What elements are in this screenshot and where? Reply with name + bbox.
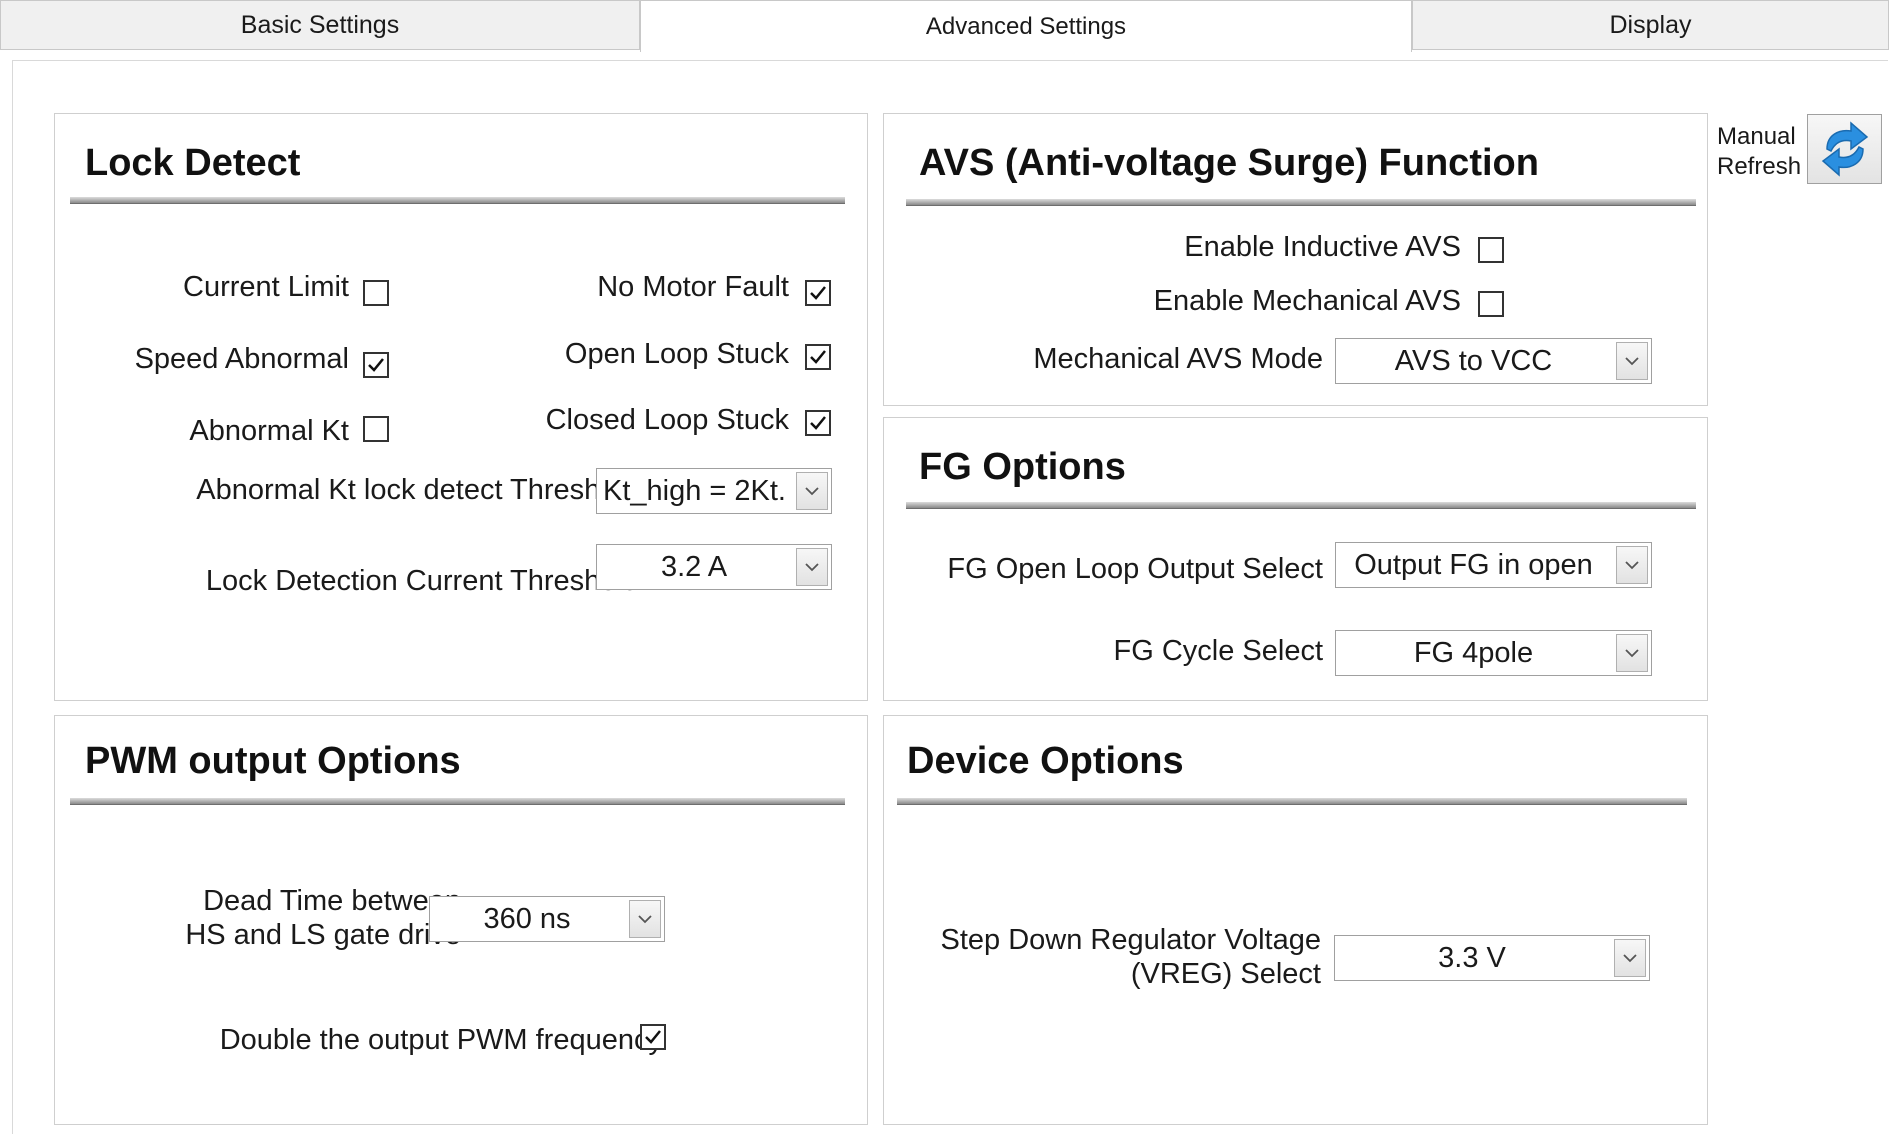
fg-open-loop-label: FG Open Loop Output Select <box>947 553 1323 585</box>
chevron-down-icon[interactable] <box>1614 939 1646 977</box>
title-divider <box>897 798 1687 805</box>
checkmark-icon <box>810 350 826 364</box>
lock-detect-panel: Lock Detect Current Limit Speed Abnormal… <box>54 113 868 701</box>
dropdown-value: 3.2 A <box>660 550 728 583</box>
no-motor-fault-label: No Motor Fault <box>597 271 789 303</box>
fg-options-panel: FG Options FG Open Loop Output Select Ou… <box>883 417 1708 701</box>
current-limit-checkbox[interactable] <box>363 280 389 306</box>
double-pwm-frequency-label: Double the output PWM frequency <box>219 1024 663 1056</box>
abnormal-kt-label: Abnormal Kt <box>189 415 349 447</box>
mechanical-avs-mode-label: Mechanical AVS Mode <box>1033 343 1323 375</box>
fg-cycle-dropdown[interactable]: FG 4pole <box>1335 630 1652 676</box>
closed-loop-stuck-checkbox[interactable] <box>805 410 831 436</box>
refresh-label-line1: Manual <box>1717 123 1796 150</box>
refresh-icon <box>1821 121 1868 177</box>
manual-refresh-label: Manual Refresh <box>1717 122 1801 182</box>
chevron-down-icon[interactable] <box>796 548 828 586</box>
device-options-panel: Device Options Step Down Regulator Volta… <box>883 715 1708 1125</box>
tab-advanced-settings[interactable]: Advanced Settings <box>640 0 1412 52</box>
dead-time-dropdown[interactable]: 360 ns <box>429 896 665 942</box>
dropdown-value: FG 4pole <box>1413 636 1534 669</box>
vreg-label: Step Down Regulator Voltage (VREG) Selec… <box>941 923 1321 991</box>
tab-display[interactable]: Display <box>1412 0 1889 50</box>
refresh-label-line2: Refresh <box>1717 153 1802 180</box>
dead-time-label-line1: Dead Time between <box>203 885 461 917</box>
open-loop-stuck-label: Open Loop Stuck <box>564 338 789 370</box>
chevron-down-icon[interactable] <box>1616 634 1648 672</box>
checkmark-icon <box>368 358 384 372</box>
chevron-down-icon[interactable] <box>796 472 828 510</box>
chevron-down-icon[interactable] <box>1616 342 1648 380</box>
tab-label: Advanced Settings <box>925 12 1127 40</box>
title-divider <box>906 199 1696 206</box>
panel-title: Device Options <box>907 740 1184 782</box>
dropdown-value: 360 ns <box>483 902 571 935</box>
current-threshold-label: Lock Detection Current Threshold <box>205 565 639 597</box>
vreg-label-line1: Step Down Regulator Voltage <box>940 924 1321 956</box>
speed-abnormal-label: Speed Abnormal <box>134 343 349 375</box>
dropdown-value: Output FG in open <box>1354 548 1593 581</box>
checkmark-icon <box>810 416 826 430</box>
abnormal-kt-checkbox[interactable] <box>363 416 389 442</box>
mechanical-avs-checkbox[interactable] <box>1478 291 1504 317</box>
current-threshold-dropdown[interactable]: 3.2 A <box>596 544 832 590</box>
speed-abnormal-checkbox[interactable] <box>363 352 389 378</box>
panel-title: Lock Detect <box>85 142 301 184</box>
tab-label: Basic Settings <box>240 10 400 39</box>
current-limit-label: Current Limit <box>183 271 349 303</box>
checkmark-icon <box>810 286 826 300</box>
panel-title: AVS (Anti-voltage Surge) Function <box>919 142 1539 184</box>
kt-threshold-label: Abnormal Kt lock detect Threshold <box>196 474 639 506</box>
inductive-avs-label: Enable Inductive AVS <box>1184 231 1461 263</box>
tab-label: Display <box>1609 10 1692 39</box>
panel-title: PWM output Options <box>85 740 461 782</box>
closed-loop-stuck-label: Closed Loop Stuck <box>545 404 789 436</box>
avs-panel: AVS (Anti-voltage Surge) Function Enable… <box>883 113 1708 406</box>
dropdown-value: AVS to VCC <box>1394 344 1553 377</box>
fg-open-loop-dropdown[interactable]: Output FG in open <box>1335 542 1652 588</box>
mechanical-avs-label: Enable Mechanical AVS <box>1153 285 1461 317</box>
pwm-options-panel: PWM output Options Dead Time between HS … <box>54 715 868 1125</box>
dead-time-label-line2: HS and LS gate drive <box>185 919 461 951</box>
title-divider <box>70 798 845 805</box>
checkmark-icon <box>645 1030 661 1044</box>
dead-time-label: Dead Time between HS and LS gate drive <box>185 884 461 952</box>
vreg-label-line2: (VREG) Select <box>1130 958 1321 990</box>
title-divider <box>70 197 845 204</box>
title-divider <box>906 502 1696 509</box>
tab-basic-settings[interactable]: Basic Settings <box>0 0 640 50</box>
chevron-down-icon[interactable] <box>1616 546 1648 584</box>
manual-refresh-button[interactable] <box>1807 114 1882 184</box>
open-loop-stuck-checkbox[interactable] <box>805 344 831 370</box>
chevron-down-icon[interactable] <box>629 900 661 938</box>
inductive-avs-checkbox[interactable] <box>1478 237 1504 263</box>
kt-threshold-dropdown[interactable]: Kt_high = 2Kt. <box>596 468 832 514</box>
panel-title: FG Options <box>919 446 1126 488</box>
dropdown-value: 3.3 V <box>1438 941 1506 974</box>
mechanical-avs-mode-dropdown[interactable]: AVS to VCC <box>1335 338 1652 384</box>
no-motor-fault-checkbox[interactable] <box>805 280 831 306</box>
fg-cycle-label: FG Cycle Select <box>1113 635 1324 667</box>
dropdown-value: Kt_high = 2Kt. <box>603 474 786 507</box>
vreg-dropdown[interactable]: 3.3 V <box>1334 935 1650 981</box>
double-pwm-frequency-checkbox[interactable] <box>640 1024 666 1050</box>
